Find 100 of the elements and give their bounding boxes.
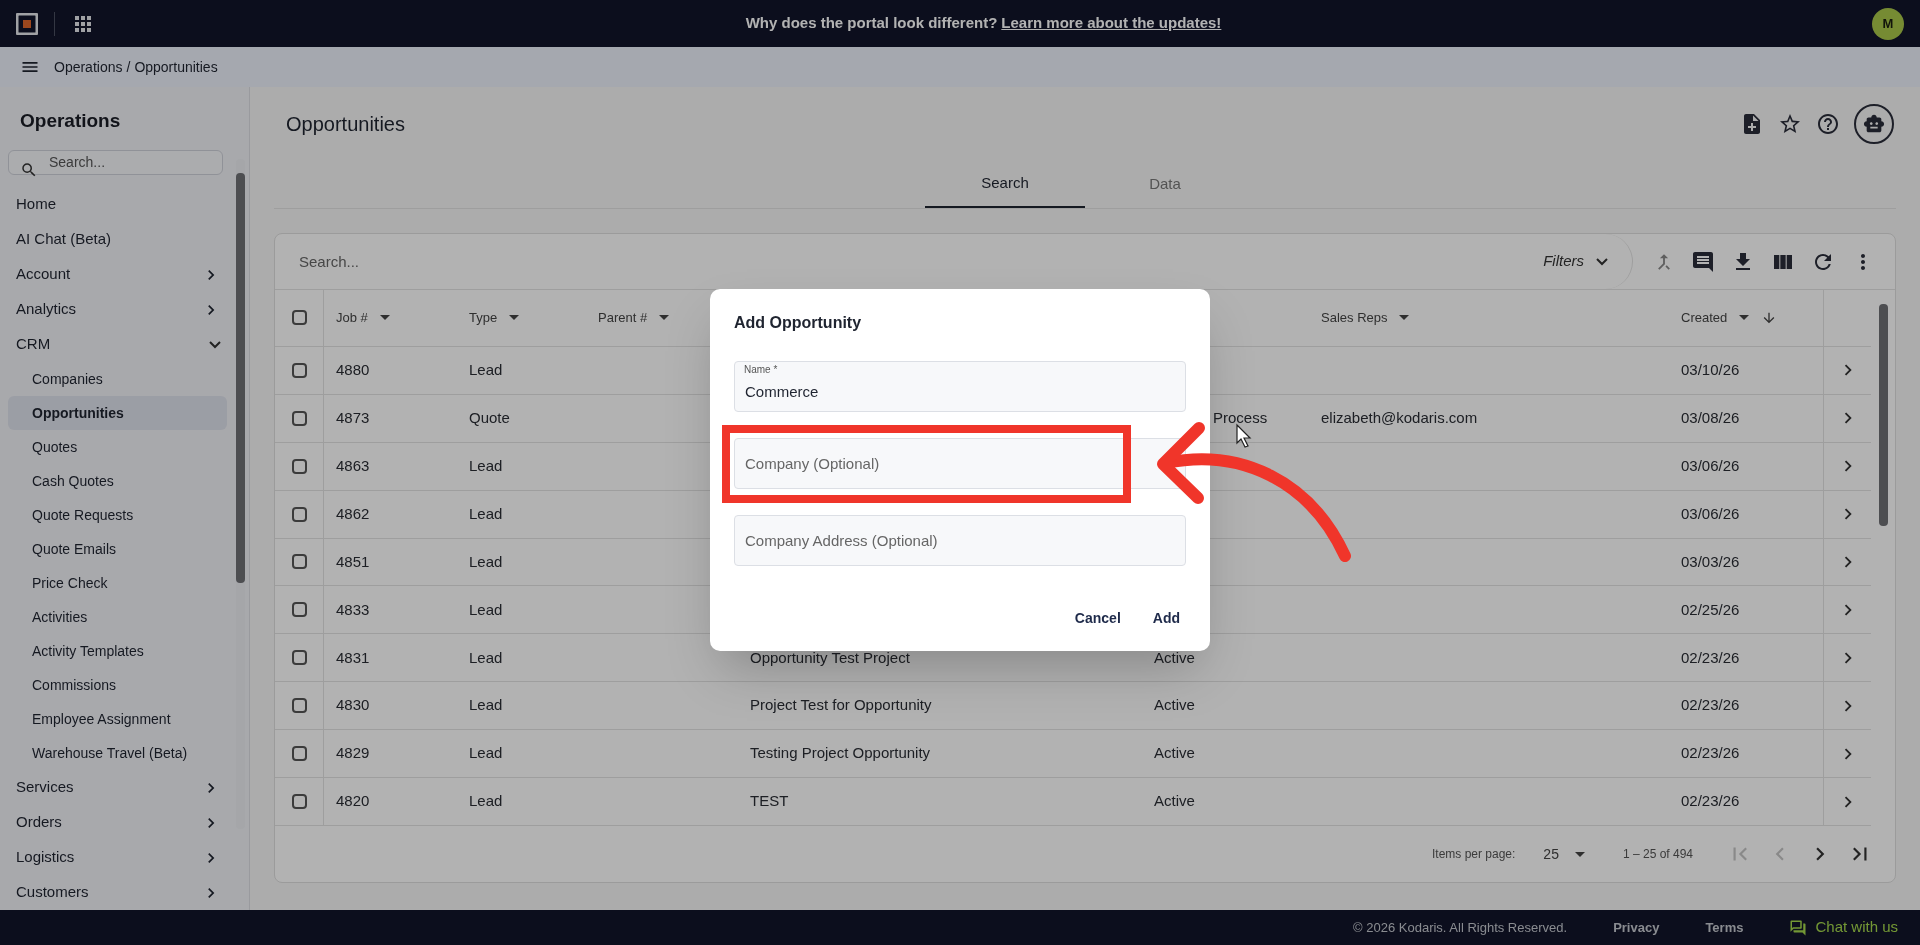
row-checkbox[interactable] bbox=[291, 698, 307, 714]
help-icon[interactable] bbox=[1816, 112, 1840, 136]
table-cell-text: Lead bbox=[469, 455, 503, 476]
caret-down-icon[interactable] bbox=[659, 315, 670, 321]
table-cell-text: 03/06/26 bbox=[1681, 503, 1740, 524]
text-field[interactable]: Company (Optional) bbox=[734, 438, 1186, 489]
footer-link[interactable]: Privacy bbox=[1613, 917, 1660, 938]
row-checkbox[interactable] bbox=[291, 410, 307, 426]
sidebar-title: Operations bbox=[19, 109, 122, 133]
caret-down-icon[interactable] bbox=[509, 315, 520, 321]
sidebar-item[interactable]: Quote Emails bbox=[0, 532, 235, 566]
table-cell-text: 4831 bbox=[336, 647, 370, 668]
column-header[interactable]: Job # bbox=[336, 308, 368, 328]
star-icon[interactable] bbox=[1778, 112, 1802, 136]
chevron-down-icon bbox=[1596, 257, 1608, 266]
search-icon bbox=[20, 160, 38, 179]
sidebar-item[interactable]: Quote Requests bbox=[0, 498, 235, 532]
robot-button[interactable] bbox=[1854, 104, 1894, 144]
table-cell-text: Process bbox=[1213, 408, 1268, 428]
table-cell-text: 4851 bbox=[336, 551, 370, 572]
select-all-checkbox[interactable] bbox=[291, 310, 307, 326]
page-size-select[interactable]: 25 bbox=[1543, 843, 1585, 865]
table-cell-text: Testing Project Opportunity bbox=[750, 743, 931, 764]
row-checkbox[interactable] bbox=[291, 554, 307, 570]
banner-link[interactable]: Learn more about the updates! bbox=[1001, 12, 1222, 35]
table-cell-text: Active bbox=[1154, 743, 1195, 764]
table-cell-text: 4863 bbox=[336, 455, 370, 476]
sidebar-item[interactable]: Customers bbox=[0, 875, 235, 910]
sidebar-item[interactable]: Opportunities bbox=[8, 396, 227, 430]
table-cell-text: Active bbox=[1154, 791, 1195, 812]
row-checkbox[interactable] bbox=[291, 362, 307, 378]
table-cell-text: 4880 bbox=[336, 360, 370, 381]
breadcrumb-link[interactable]: Operations bbox=[54, 56, 123, 78]
table-cell-text: 02/23/26 bbox=[1681, 647, 1740, 668]
chat-icon bbox=[1789, 918, 1808, 937]
table-cell-text: Quote bbox=[469, 408, 510, 428]
table-cell-text: Active bbox=[1154, 695, 1195, 716]
column-header[interactable]: Type bbox=[469, 308, 498, 328]
comment-icon[interactable] bbox=[1691, 249, 1715, 274]
dialog-button[interactable]: Add bbox=[1140, 600, 1192, 637]
items-per-page-label: Items per page: bbox=[1431, 846, 1516, 863]
sidebar-item[interactable]: Cash Quotes bbox=[0, 464, 235, 498]
row-checkbox[interactable] bbox=[291, 650, 307, 666]
table-cell-text: 4820 bbox=[336, 791, 370, 812]
column-header[interactable]: Created bbox=[1681, 308, 1728, 328]
sidebar-search-field[interactable]: Search... bbox=[8, 149, 223, 175]
table-cell-text: 4830 bbox=[336, 695, 370, 716]
sidebar-item[interactable]: Home bbox=[0, 187, 235, 222]
sidebar-item[interactable]: Analytics bbox=[0, 292, 235, 327]
row-checkbox[interactable] bbox=[291, 458, 307, 474]
filters-button[interactable]: Filters bbox=[1523, 234, 1633, 289]
sidebar-item[interactable]: Commissions bbox=[0, 668, 235, 702]
sidebar-item[interactable]: Warehouse Travel (Beta) bbox=[0, 736, 235, 770]
row-checkbox[interactable] bbox=[291, 602, 307, 618]
row-checkbox[interactable] bbox=[291, 794, 307, 809]
row-checkbox[interactable] bbox=[291, 506, 307, 522]
sidebar-item[interactable]: Services bbox=[0, 770, 235, 805]
table-cell-text: 03/03/26 bbox=[1681, 551, 1740, 572]
cursor-icon bbox=[1236, 423, 1252, 448]
sidebar-item[interactable]: CRM bbox=[0, 327, 235, 362]
page-title: Opportunities bbox=[286, 112, 405, 137]
breadcrumb-link[interactable]: Opportunities bbox=[134, 56, 218, 78]
table-cell-text: Lead bbox=[469, 551, 503, 572]
table-cell-text: Project Test for Opportunity bbox=[750, 695, 932, 716]
sidebar-item[interactable]: Employee Assignment bbox=[0, 702, 235, 736]
sidebar-item[interactable]: Price Check bbox=[0, 566, 235, 600]
caret-down-icon[interactable] bbox=[1574, 851, 1585, 857]
breadcrumb-separator: / bbox=[126, 57, 131, 77]
caret-down-icon[interactable] bbox=[379, 315, 390, 321]
row-checkbox[interactable] bbox=[291, 746, 307, 762]
sidebar-item[interactable]: Logistics bbox=[0, 840, 235, 875]
caret-down-icon[interactable] bbox=[1739, 315, 1750, 321]
sidebar-item[interactable]: Activity Templates bbox=[0, 634, 235, 668]
caret-down-icon[interactable] bbox=[1399, 315, 1410, 321]
table-search-field[interactable]: Search... bbox=[275, 234, 1524, 289]
logo-icon[interactable] bbox=[16, 12, 38, 35]
footer-link[interactable]: Terms bbox=[1705, 917, 1744, 938]
sidebar-item[interactable]: Activities bbox=[0, 600, 235, 634]
sidebar-item[interactable]: Quotes bbox=[0, 430, 235, 464]
column-header[interactable]: Sales Reps bbox=[1321, 308, 1388, 328]
column-header[interactable]: Parent # bbox=[598, 308, 648, 328]
sidebar-item[interactable]: AI Chat (Beta) bbox=[0, 222, 235, 257]
table-cell-text: 02/23/26 bbox=[1681, 743, 1740, 764]
tab[interactable]: Search bbox=[925, 161, 1085, 208]
user-avatar[interactable]: M bbox=[1872, 7, 1904, 40]
text-field[interactable]: Company Address (Optional) bbox=[734, 515, 1186, 566]
table-cell-text: TEST bbox=[750, 791, 789, 812]
table-cell-text: elizabeth@kodaris.com bbox=[1321, 408, 1478, 428]
table-cell-text: 03/10/26 bbox=[1681, 360, 1740, 381]
sidebar-item[interactable]: Orders bbox=[0, 805, 235, 840]
table-cell-text: 03/08/26 bbox=[1681, 408, 1740, 428]
sidebar-item[interactable]: Account bbox=[0, 257, 235, 292]
sidebar-item[interactable]: Companies bbox=[0, 362, 235, 396]
banner-text: Why does the portal look different? bbox=[745, 13, 998, 34]
table-cell-text: 03/06/26 bbox=[1681, 455, 1740, 476]
chat-button[interactable]: Chat with us bbox=[1789, 916, 1898, 939]
table-cell-text: Lead bbox=[469, 599, 503, 620]
table-cell-text: Lead bbox=[469, 360, 503, 381]
dialog-button[interactable]: Cancel bbox=[1062, 600, 1133, 637]
table-cell-text: 4873 bbox=[336, 408, 370, 428]
